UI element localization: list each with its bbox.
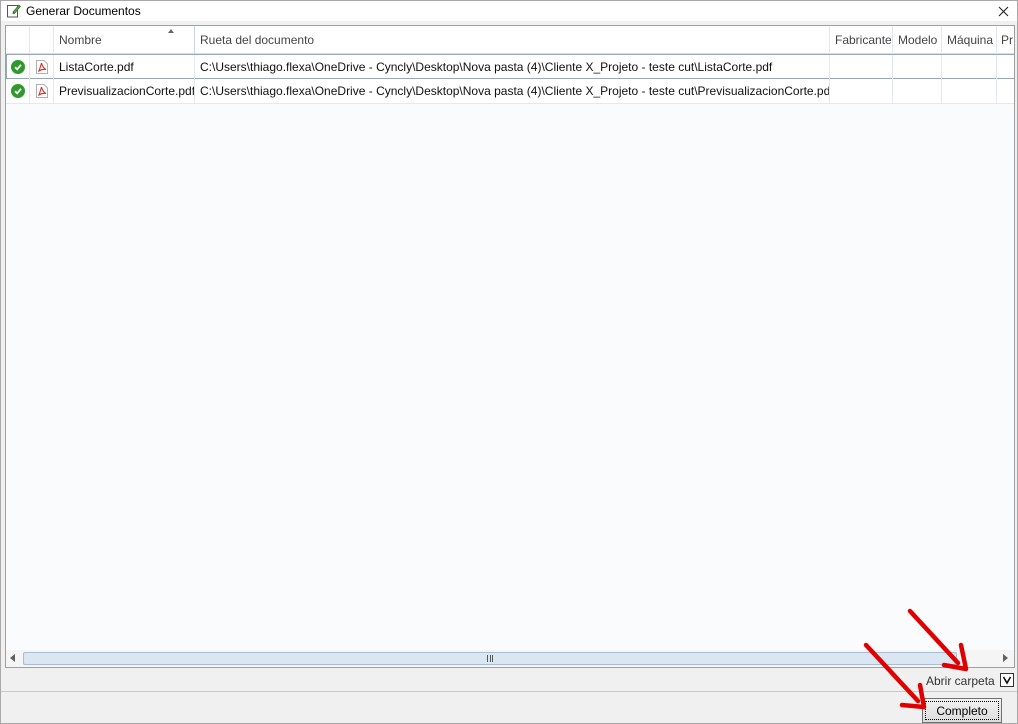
close-icon: [998, 6, 1008, 16]
column-header-type[interactable]: [30, 26, 54, 54]
close-button[interactable]: [989, 1, 1017, 21]
table-row[interactable]: PrevisualizacionCorte.pdf C:\Users\thiag…: [6, 79, 1014, 104]
column-header-name[interactable]: Nombre: [54, 26, 195, 54]
document-edit-icon: [7, 4, 21, 18]
path-cell: C:\Users\thiago.flexa\OneDrive - Cyncly\…: [195, 79, 830, 103]
open-folder-checkbox[interactable]: [1000, 673, 1014, 687]
machine-cell: [942, 55, 997, 79]
documents-grid: Nombre Rueta del documento Fabricante Mo…: [5, 25, 1015, 668]
checkmark-icon: [1002, 676, 1012, 685]
grid-header: Nombre Rueta del documento Fabricante Mo…: [6, 26, 1014, 54]
manufacturer-cell: [830, 55, 893, 79]
scroll-thumb[interactable]: [23, 652, 957, 665]
extra-cell: [997, 79, 1014, 103]
column-header-manufacturer[interactable]: Fabricante: [830, 26, 893, 54]
column-header-name-label: Nombre: [59, 33, 102, 47]
type-cell: [30, 55, 54, 79]
annotation-arrow-icon: [863, 642, 927, 710]
status-cell: [6, 79, 30, 103]
status-cell: [7, 55, 30, 79]
model-cell: [893, 79, 942, 103]
column-header-status[interactable]: [6, 26, 30, 54]
name-cell: ListaCorte.pdf: [54, 55, 195, 79]
manufacturer-cell: [830, 79, 893, 103]
pdf-icon: [35, 84, 48, 98]
sort-ascending-icon: [168, 29, 174, 33]
table-row[interactable]: ListaCorte.pdf C:\Users\thiago.flexa\One…: [6, 54, 1014, 79]
scroll-right-arrow-icon[interactable]: [1003, 654, 1008, 662]
scroll-left-arrow-icon[interactable]: [10, 654, 15, 662]
machine-cell: [942, 79, 997, 103]
column-header-machine[interactable]: Máquina: [942, 26, 997, 54]
grip-icon: [487, 655, 493, 662]
model-cell: [893, 55, 942, 79]
generate-documents-dialog: Generar Documentos Nombre Rueta del docu…: [0, 0, 1018, 724]
title-bar: Generar Documentos: [1, 1, 1017, 21]
complete-button[interactable]: Completo: [922, 698, 1002, 723]
open-folder-label[interactable]: Abrir carpeta: [926, 674, 995, 688]
column-header-path[interactable]: Rueta del documento: [195, 26, 830, 54]
path-cell: C:\Users\thiago.flexa\OneDrive - Cyncly\…: [195, 55, 830, 79]
check-circle-icon: [11, 60, 25, 74]
type-cell: [30, 79, 54, 103]
name-cell: PrevisualizacionCorte.pdf: [54, 79, 195, 103]
column-header-model[interactable]: Modelo: [893, 26, 942, 54]
check-circle-icon: [10, 84, 25, 98]
extra-cell: [997, 55, 1014, 79]
pdf-icon: [35, 60, 48, 74]
window-title: Generar Documentos: [26, 4, 141, 18]
column-header-extra[interactable]: Pr: [997, 26, 1014, 54]
